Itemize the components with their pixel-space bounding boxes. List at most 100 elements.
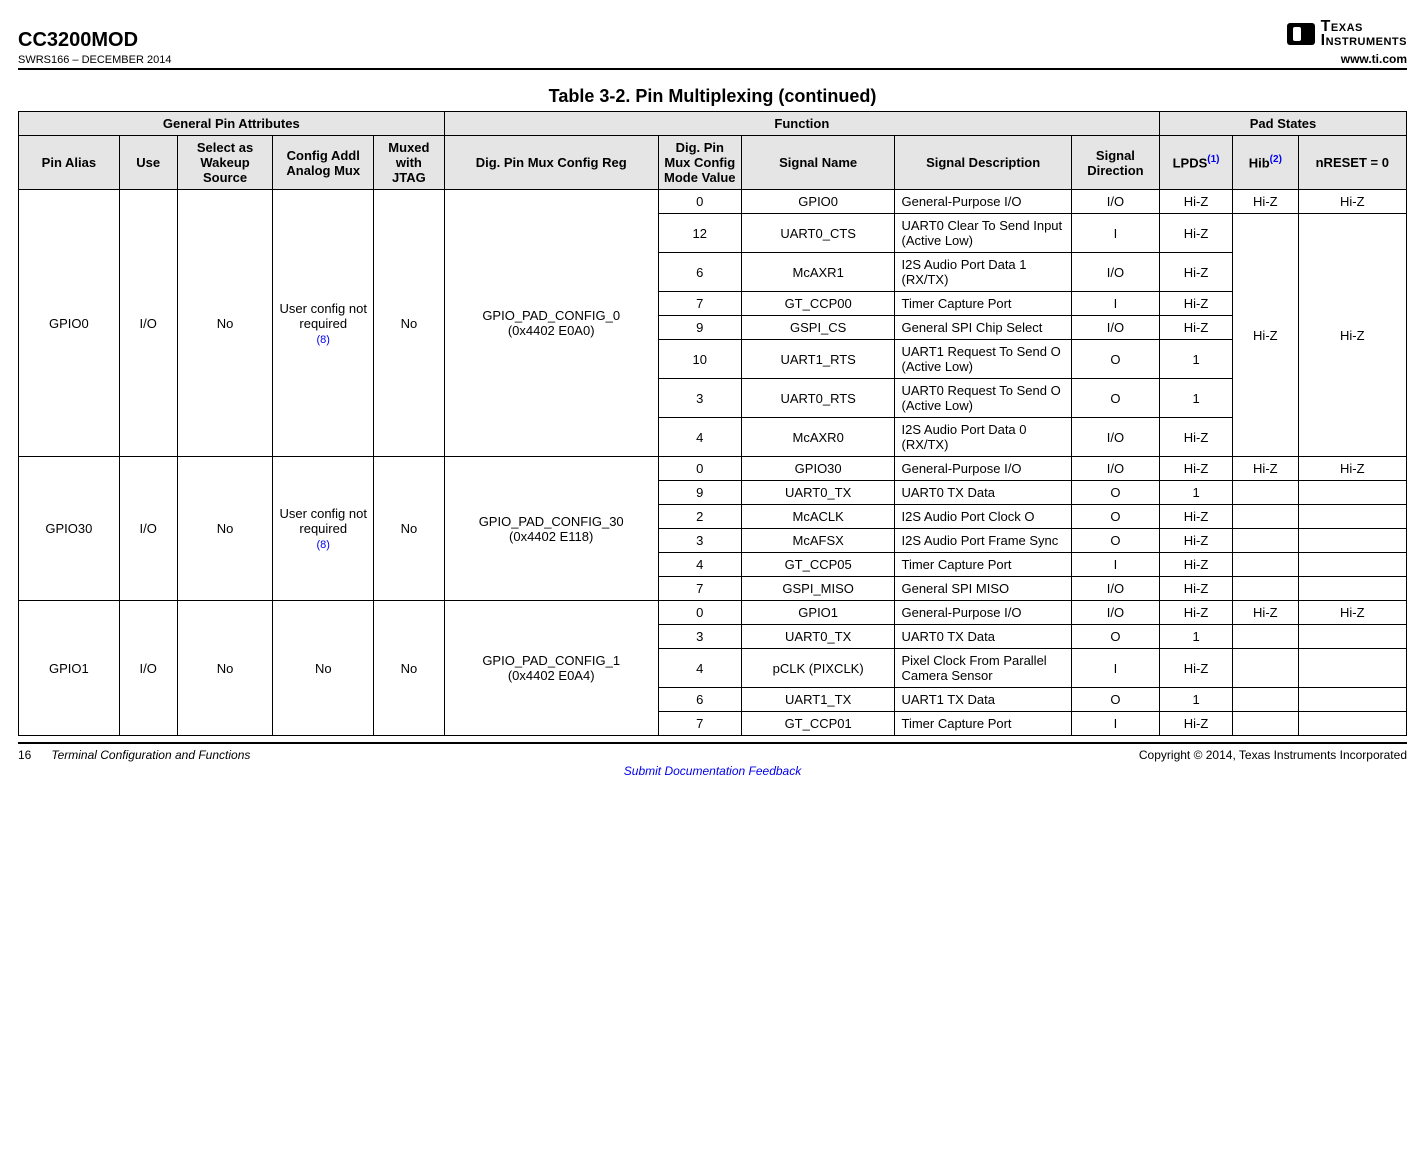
desc-cell: Timer Capture Port: [895, 712, 1071, 736]
nreset-cell: [1298, 505, 1406, 529]
desc-cell: I2S Audio Port Frame Sync: [895, 529, 1071, 553]
lpds-cell: 1: [1160, 688, 1233, 712]
lpds-cell: Hi-Z: [1160, 577, 1233, 601]
mode-cell: 3: [658, 379, 741, 418]
signal-cell: GT_CCP01: [741, 712, 895, 736]
signal-cell: GPIO1: [741, 601, 895, 625]
signal-cell: GT_CCP05: [741, 553, 895, 577]
dir-cell: I: [1071, 553, 1159, 577]
cfg-mux-ref-link[interactable]: (8): [317, 334, 330, 346]
hib-cell: [1233, 529, 1298, 553]
col-group-padstates: Pad States: [1160, 112, 1407, 136]
signal-cell: GSPI_CS: [741, 316, 895, 340]
lpds-cell: Hi-Z: [1160, 649, 1233, 688]
website-link[interactable]: www.ti.com: [1341, 52, 1407, 66]
hib-cell: Hi-Z: [1233, 214, 1298, 457]
dir-cell: I/O: [1071, 418, 1159, 457]
hib-cell: [1233, 712, 1298, 736]
nreset-cell: [1298, 529, 1406, 553]
lpds-cell: Hi-Z: [1160, 190, 1233, 214]
lpds-cell: Hi-Z: [1160, 457, 1233, 481]
hib-cell: [1233, 625, 1298, 649]
ti-logo-text: Texas Instruments: [1321, 20, 1407, 48]
ti-logo: Texas Instruments: [1287, 20, 1407, 48]
dir-cell: I: [1071, 214, 1159, 253]
use-cell: I/O: [119, 601, 177, 736]
dir-cell: I: [1071, 712, 1159, 736]
reg-cell: GPIO_PAD_CONFIG_30(0x4402 E118): [444, 457, 658, 601]
jtag-cell: No: [374, 190, 445, 457]
page-header: CC3200MOD SWRS166 – DECEMBER 2014 Texas …: [18, 20, 1407, 70]
table-head: General Pin Attributes Function Pad Stat…: [19, 112, 1407, 190]
dir-cell: O: [1071, 379, 1159, 418]
hib-ref[interactable]: (2): [1270, 154, 1282, 165]
nreset-cell: Hi-Z: [1298, 214, 1406, 457]
footer-right: Copyright © 2014, Texas Instruments Inco…: [1139, 748, 1407, 762]
header-right: Texas Instruments www.ti.com: [1287, 20, 1407, 66]
table-title: Table 3-2. Pin Multiplexing (continued): [18, 86, 1407, 107]
desc-cell: General-Purpose I/O: [895, 190, 1071, 214]
signal-cell: McAFSX: [741, 529, 895, 553]
col-jtag: Muxed with JTAG: [374, 136, 445, 190]
signal-cell: GPIO30: [741, 457, 895, 481]
lpds-ref[interactable]: (1): [1207, 154, 1219, 165]
hib-cell: [1233, 577, 1298, 601]
desc-cell: Timer Capture Port: [895, 292, 1071, 316]
col-mode: Dig. Pin Mux Config Mode Value: [658, 136, 741, 190]
pin-alias-cell: GPIO0: [19, 190, 120, 457]
desc-cell: I2S Audio Port Clock O: [895, 505, 1071, 529]
brand-line2: Instruments: [1321, 34, 1407, 48]
feedback-link[interactable]: Submit Documentation Feedback: [624, 764, 801, 778]
table-row: GPIO1 I/O No No No GPIO_PAD_CONFIG_1(0x4…: [19, 601, 1407, 625]
lpds-cell: Hi-Z: [1160, 601, 1233, 625]
reg-cell: GPIO_PAD_CONFIG_1(0x4402 E0A4): [444, 601, 658, 736]
desc-cell: I2S Audio Port Data 1 (RX/TX): [895, 253, 1071, 292]
cfg-mux-cell: User config not required (8): [273, 457, 374, 601]
col-reg: Dig. Pin Mux Config Reg: [444, 136, 658, 190]
website-url[interactable]: www.ti.com: [1287, 52, 1407, 66]
desc-cell: Timer Capture Port: [895, 553, 1071, 577]
lpds-cell: 1: [1160, 340, 1233, 379]
ti-logo-icon: [1287, 23, 1315, 45]
dir-cell: O: [1071, 625, 1159, 649]
reg-cell: GPIO_PAD_CONFIG_0(0x4402 E0A0): [444, 190, 658, 457]
nreset-cell: [1298, 688, 1406, 712]
col-group-general: General Pin Attributes: [19, 112, 445, 136]
signal-cell: GSPI_MISO: [741, 577, 895, 601]
dir-cell: I/O: [1071, 253, 1159, 292]
pin-alias-cell: GPIO30: [19, 457, 120, 601]
dir-cell: I/O: [1071, 457, 1159, 481]
mode-cell: 7: [658, 577, 741, 601]
cfg-mux-ref-link[interactable]: (8): [317, 539, 330, 551]
desc-cell: General-Purpose I/O: [895, 457, 1071, 481]
col-cfg-mux: Config Addl Analog Mux: [273, 136, 374, 190]
col-use: Use: [119, 136, 177, 190]
cfg-mux-cell: User config not required (8): [273, 190, 374, 457]
document-id: SWRS166 – DECEMBER 2014: [18, 54, 171, 66]
page-number: 16: [18, 748, 31, 762]
table-row: GPIO30 I/O No User config not required (…: [19, 457, 1407, 481]
mode-cell: 12: [658, 214, 741, 253]
use-cell: I/O: [119, 190, 177, 457]
mode-cell: 3: [658, 625, 741, 649]
signal-cell: GT_CCP00: [741, 292, 895, 316]
use-cell: I/O: [119, 457, 177, 601]
lpds-cell: 1: [1160, 625, 1233, 649]
col-hib: Hib(2): [1233, 136, 1298, 190]
nreset-cell: [1298, 712, 1406, 736]
mode-cell: 0: [658, 601, 741, 625]
hib-cell: [1233, 688, 1298, 712]
lpds-cell: Hi-Z: [1160, 553, 1233, 577]
jtag-cell: No: [374, 601, 445, 736]
col-group-function: Function: [444, 112, 1159, 136]
hib-cell: Hi-Z: [1233, 190, 1298, 214]
signal-cell: UART1_RTS: [741, 340, 895, 379]
dir-cell: O: [1071, 529, 1159, 553]
col-nreset: nRESET = 0: [1298, 136, 1406, 190]
signal-cell: GPIO0: [741, 190, 895, 214]
dir-cell: I: [1071, 649, 1159, 688]
mode-cell: 6: [658, 253, 741, 292]
nreset-cell: [1298, 577, 1406, 601]
dir-cell: I: [1071, 292, 1159, 316]
signal-cell: UART0_CTS: [741, 214, 895, 253]
